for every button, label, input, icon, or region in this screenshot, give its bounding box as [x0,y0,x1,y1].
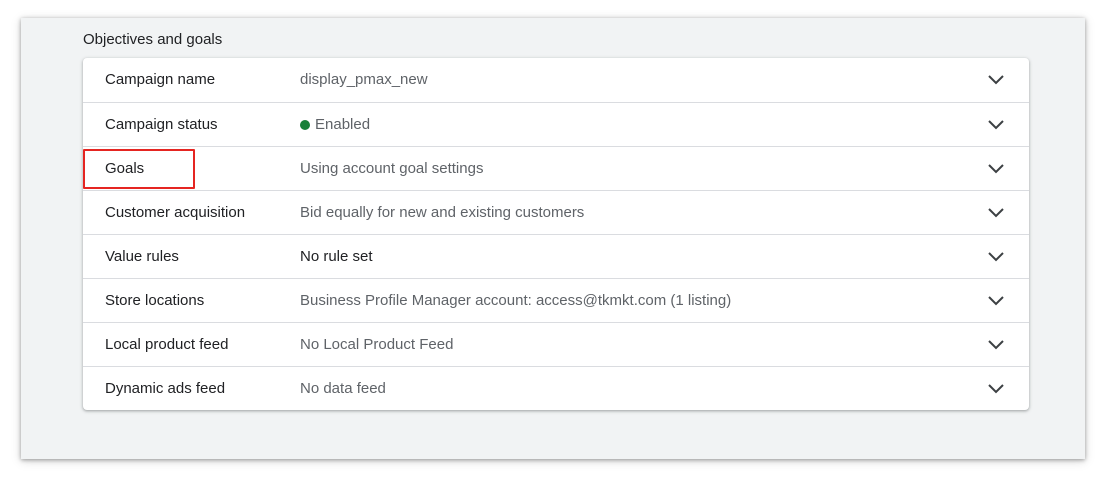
row-value: Enabled [300,103,370,147]
row-goals[interactable]: Goals Using account goal settings [83,146,1029,190]
chevron-down-icon[interactable] [987,162,1005,176]
chevron-down-icon[interactable] [987,73,1005,87]
row-value: No rule set [300,235,373,279]
row-value: Using account goal settings [300,147,483,191]
chevron-down-icon[interactable] [987,206,1005,220]
row-store-locations[interactable]: Store locations Business Profile Manager… [83,278,1029,322]
row-value: Bid equally for new and existing custome… [300,191,584,235]
row-label: Local product feed [105,336,229,353]
campaign-name-value: display_pmax_new [300,71,428,88]
row-value-rules[interactable]: Value rules No rule set [83,234,1029,278]
dynamic-ads-feed-value: No data feed [300,380,386,397]
row-label: Value rules [105,248,179,265]
local-product-feed-value: No Local Product Feed [300,336,454,353]
row-value: display_pmax_new [300,58,428,102]
settings-card: Campaign name display_pmax_new Campaign … [83,58,1029,410]
row-value: Business Profile Manager account: access… [300,279,731,323]
value-rules-value: No rule set [300,248,373,265]
customer-acquisition-value: Bid equally for new and existing custome… [300,204,585,221]
chevron-down-icon[interactable] [987,294,1005,308]
chevron-down-icon[interactable] [987,382,1005,396]
chevron-down-icon[interactable] [987,338,1005,352]
row-label: Customer acquisition [105,204,246,221]
chevron-down-icon[interactable] [987,118,1005,132]
row-local-product-feed[interactable]: Local product feed No Local Product Feed [83,322,1029,366]
section-title: Objectives and goals [83,31,223,48]
row-campaign-status[interactable]: Campaign status Enabled [83,102,1029,146]
row-label: Dynamic ads feed [105,380,226,397]
status-value: Enabled [315,116,371,133]
row-campaign-name[interactable]: Campaign name display_pmax_new [83,58,1029,102]
row-label: Store locations [105,292,205,309]
store-locations-value: Business Profile Manager account: access… [300,292,732,309]
chevron-down-icon[interactable] [987,250,1005,264]
row-customer-acquisition[interactable]: Customer acquisition Bid equally for new… [83,190,1029,234]
status-dot-icon [300,120,310,130]
row-label: Campaign status [105,116,218,133]
row-label: Goals [105,160,145,177]
goals-value: Using account goal settings [300,160,484,177]
row-label: Campaign name [105,71,216,88]
row-value: No Local Product Feed [300,323,453,367]
row-value: No data feed [300,367,386,410]
row-dynamic-ads-feed[interactable]: Dynamic ads feed No data feed [83,366,1029,410]
settings-panel: Objectives and goals Campaign name displ… [21,18,1085,459]
